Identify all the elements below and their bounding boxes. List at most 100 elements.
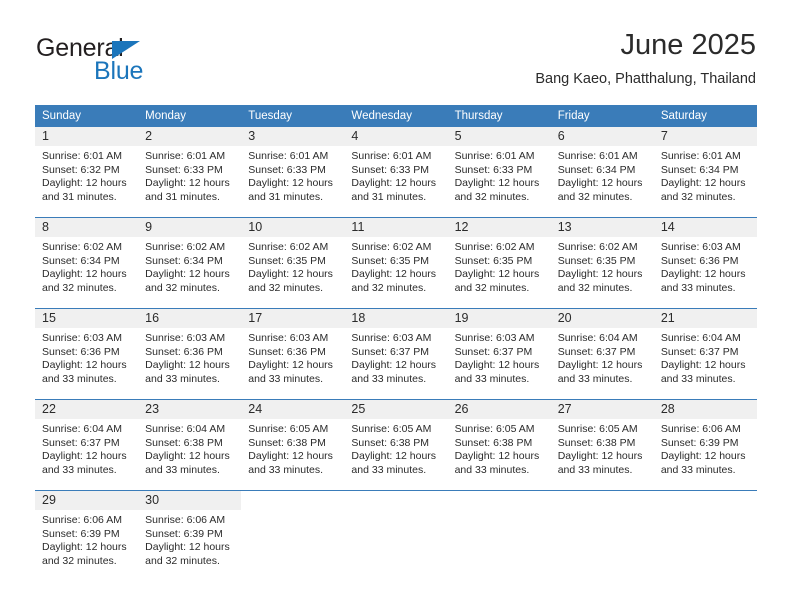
day-cell[interactable]: 29 Sunrise: 6:06 AM Sunset: 6:39 PM Dayl… bbox=[35, 490, 139, 581]
week-row: 1 Sunrise: 6:01 AM Sunset: 6:32 PM Dayli… bbox=[35, 127, 757, 218]
day-cell[interactable]: 12 Sunrise: 6:02 AM Sunset: 6:35 PM Dayl… bbox=[447, 217, 551, 309]
sunrise-text: Sunrise: 6:02 AM bbox=[248, 241, 329, 253]
day-number bbox=[654, 491, 757, 510]
day-cell[interactable]: 24 Sunrise: 6:05 AM Sunset: 6:38 PM Dayl… bbox=[241, 399, 345, 491]
day-number bbox=[551, 491, 654, 510]
day-number: 28 bbox=[653, 400, 757, 419]
sunset-text: Sunset: 6:37 PM bbox=[557, 345, 636, 358]
day-number: 1 bbox=[35, 127, 139, 146]
day-cell-inner: 19 Sunrise: 6:03 AM Sunset: 6:37 PM Dayl… bbox=[447, 309, 551, 399]
sunrise-text: Sunrise: 6:04 AM bbox=[42, 423, 122, 435]
daylight-text-line2: and 31 minutes. bbox=[351, 190, 427, 203]
daylight-text-line1: Daylight: 12 hours bbox=[248, 268, 333, 280]
sunrise-text: Sunrise: 6:03 AM bbox=[351, 332, 432, 344]
day-cell[interactable]: 16 Sunrise: 6:03 AM Sunset: 6:36 PM Dayl… bbox=[138, 308, 242, 400]
sunset-text: Sunset: 6:34 PM bbox=[145, 254, 223, 267]
day-cell[interactable]: 22 Sunrise: 6:04 AM Sunset: 6:37 PM Dayl… bbox=[35, 399, 139, 491]
sunrise-text: Sunrise: 6:05 AM bbox=[454, 423, 535, 435]
daylight-text-line1: Daylight: 12 hours bbox=[248, 177, 333, 189]
weekday-header-sunday: Sunday bbox=[35, 105, 139, 127]
day-cell-inner: 11 Sunrise: 6:02 AM Sunset: 6:35 PM Dayl… bbox=[344, 218, 448, 308]
day-number bbox=[241, 491, 344, 510]
day-cell[interactable]: 14 Sunrise: 6:03 AM Sunset: 6:36 PM Dayl… bbox=[653, 217, 757, 309]
day-cell[interactable]: 2 Sunrise: 6:01 AM Sunset: 6:33 PM Dayli… bbox=[138, 127, 242, 218]
daylight-text-line2: and 33 minutes. bbox=[248, 372, 323, 385]
day-number: 30 bbox=[138, 491, 242, 510]
day-cell-inner: 22 Sunrise: 6:04 AM Sunset: 6:37 PM Dayl… bbox=[35, 400, 139, 490]
day-cell[interactable]: 1 Sunrise: 6:01 AM Sunset: 6:32 PM Dayli… bbox=[35, 127, 139, 218]
day-cell-inner bbox=[448, 491, 551, 581]
title-block: June 2025 Bang Kaeo, Phatthalung, Thaila… bbox=[535, 28, 756, 88]
sunset-text: Sunset: 6:39 PM bbox=[660, 436, 739, 449]
sunrise-text: Sunrise: 6:05 AM bbox=[351, 423, 432, 435]
day-cell[interactable]: 21 Sunrise: 6:04 AM Sunset: 6:37 PM Dayl… bbox=[653, 308, 757, 400]
sunrise-text: Sunrise: 6:01 AM bbox=[557, 150, 638, 162]
day-cell-inner: 2 Sunrise: 6:01 AM Sunset: 6:33 PM Dayli… bbox=[138, 127, 242, 217]
day-cell[interactable]: 17 Sunrise: 6:03 AM Sunset: 6:36 PM Dayl… bbox=[241, 308, 345, 400]
day-cell[interactable]: 8 Sunrise: 6:02 AM Sunset: 6:34 PM Dayli… bbox=[35, 217, 139, 309]
sunrise-text: Sunrise: 6:01 AM bbox=[454, 150, 535, 162]
daylight-text-line2: and 31 minutes. bbox=[145, 190, 220, 203]
calendar-page: General Blue June 2025 Bang Kaeo, Phatth… bbox=[0, 0, 792, 612]
day-number bbox=[448, 491, 551, 510]
day-number: 9 bbox=[138, 218, 242, 237]
day-cell[interactable]: 4 Sunrise: 6:01 AM Sunset: 6:33 PM Dayli… bbox=[344, 127, 448, 218]
sunrise-text: Sunrise: 6:03 AM bbox=[454, 332, 535, 344]
daylight-text-line1: Daylight: 12 hours bbox=[351, 450, 437, 462]
day-details: Sunrise: 6:03 AM Sunset: 6:36 PM Dayligh… bbox=[241, 328, 344, 386]
day-cell[interactable]: 6 Sunrise: 6:01 AM Sunset: 6:34 PM Dayli… bbox=[550, 127, 654, 218]
day-cell-inner: 24 Sunrise: 6:05 AM Sunset: 6:38 PM Dayl… bbox=[241, 400, 345, 490]
day-cell-inner: 7 Sunrise: 6:01 AM Sunset: 6:34 PM Dayli… bbox=[653, 127, 757, 217]
day-cell[interactable]: 15 Sunrise: 6:03 AM Sunset: 6:36 PM Dayl… bbox=[35, 308, 139, 400]
week-row: 29 Sunrise: 6:06 AM Sunset: 6:39 PM Dayl… bbox=[35, 490, 757, 581]
sunrise-text: Sunrise: 6:01 AM bbox=[145, 150, 226, 162]
day-details: Sunrise: 6:01 AM Sunset: 6:33 PM Dayligh… bbox=[138, 146, 241, 204]
sunrise-text: Sunrise: 6:02 AM bbox=[145, 241, 226, 253]
daylight-text-line2: and 32 minutes. bbox=[454, 190, 530, 203]
day-number bbox=[344, 491, 447, 510]
day-cell-empty bbox=[653, 490, 757, 581]
sunset-text: Sunset: 6:33 PM bbox=[248, 163, 326, 176]
daylight-text-line1: Daylight: 12 hours bbox=[145, 268, 230, 280]
day-cell[interactable]: 20 Sunrise: 6:04 AM Sunset: 6:37 PM Dayl… bbox=[550, 308, 654, 400]
day-cell-inner: 20 Sunrise: 6:04 AM Sunset: 6:37 PM Dayl… bbox=[550, 309, 654, 399]
weekday-header-friday: Friday bbox=[550, 105, 654, 127]
sunset-text: Sunset: 6:35 PM bbox=[248, 254, 326, 267]
daylight-text-line2: and 32 minutes. bbox=[42, 281, 117, 294]
daylight-text-line1: Daylight: 12 hours bbox=[351, 177, 437, 189]
sunrise-sunset-calendar: Sunday Monday Tuesday Wednesday Thursday… bbox=[35, 105, 757, 581]
sunset-text: Sunset: 6:38 PM bbox=[351, 436, 430, 449]
day-cell[interactable]: 10 Sunrise: 6:02 AM Sunset: 6:35 PM Dayl… bbox=[241, 217, 345, 309]
day-number: 23 bbox=[138, 400, 242, 419]
day-cell[interactable]: 3 Sunrise: 6:01 AM Sunset: 6:33 PM Dayli… bbox=[241, 127, 345, 218]
day-cell-inner bbox=[344, 491, 447, 581]
day-cell[interactable]: 5 Sunrise: 6:01 AM Sunset: 6:33 PM Dayli… bbox=[447, 127, 551, 218]
day-cell[interactable]: 19 Sunrise: 6:03 AM Sunset: 6:37 PM Dayl… bbox=[447, 308, 551, 400]
day-cell[interactable]: 25 Sunrise: 6:05 AM Sunset: 6:38 PM Dayl… bbox=[344, 399, 448, 491]
daylight-text-line2: and 32 minutes. bbox=[42, 554, 117, 567]
day-number: 3 bbox=[241, 127, 345, 146]
day-cell[interactable]: 26 Sunrise: 6:05 AM Sunset: 6:38 PM Dayl… bbox=[447, 399, 551, 491]
day-number: 19 bbox=[447, 309, 551, 328]
day-number: 4 bbox=[344, 127, 448, 146]
day-details: Sunrise: 6:06 AM Sunset: 6:39 PM Dayligh… bbox=[35, 510, 138, 568]
day-cell[interactable]: 9 Sunrise: 6:02 AM Sunset: 6:34 PM Dayli… bbox=[138, 217, 242, 309]
day-cell[interactable]: 11 Sunrise: 6:02 AM Sunset: 6:35 PM Dayl… bbox=[344, 217, 448, 309]
day-cell[interactable]: 7 Sunrise: 6:01 AM Sunset: 6:34 PM Dayli… bbox=[653, 127, 757, 218]
day-cell[interactable]: 13 Sunrise: 6:02 AM Sunset: 6:35 PM Dayl… bbox=[550, 217, 654, 309]
sunset-text: Sunset: 6:33 PM bbox=[351, 163, 430, 176]
sunset-text: Sunset: 6:34 PM bbox=[660, 163, 739, 176]
day-details: Sunrise: 6:01 AM Sunset: 6:34 PM Dayligh… bbox=[551, 146, 654, 204]
sunrise-text: Sunrise: 6:03 AM bbox=[145, 332, 226, 344]
generalblue-logo[interactable]: General Blue bbox=[36, 34, 236, 90]
day-cell[interactable]: 18 Sunrise: 6:03 AM Sunset: 6:37 PM Dayl… bbox=[344, 308, 448, 400]
day-cell-empty bbox=[447, 490, 551, 581]
day-cell[interactable]: 23 Sunrise: 6:04 AM Sunset: 6:38 PM Dayl… bbox=[138, 399, 242, 491]
daylight-text-line2: and 32 minutes. bbox=[248, 281, 323, 294]
day-cell-inner: 1 Sunrise: 6:01 AM Sunset: 6:32 PM Dayli… bbox=[35, 127, 139, 217]
day-cell[interactable]: 27 Sunrise: 6:05 AM Sunset: 6:38 PM Dayl… bbox=[550, 399, 654, 491]
daylight-text-line1: Daylight: 12 hours bbox=[454, 450, 540, 462]
sunset-text: Sunset: 6:36 PM bbox=[660, 254, 739, 267]
day-cell[interactable]: 30 Sunrise: 6:06 AM Sunset: 6:39 PM Dayl… bbox=[138, 490, 242, 581]
day-cell[interactable]: 28 Sunrise: 6:06 AM Sunset: 6:39 PM Dayl… bbox=[653, 399, 757, 491]
